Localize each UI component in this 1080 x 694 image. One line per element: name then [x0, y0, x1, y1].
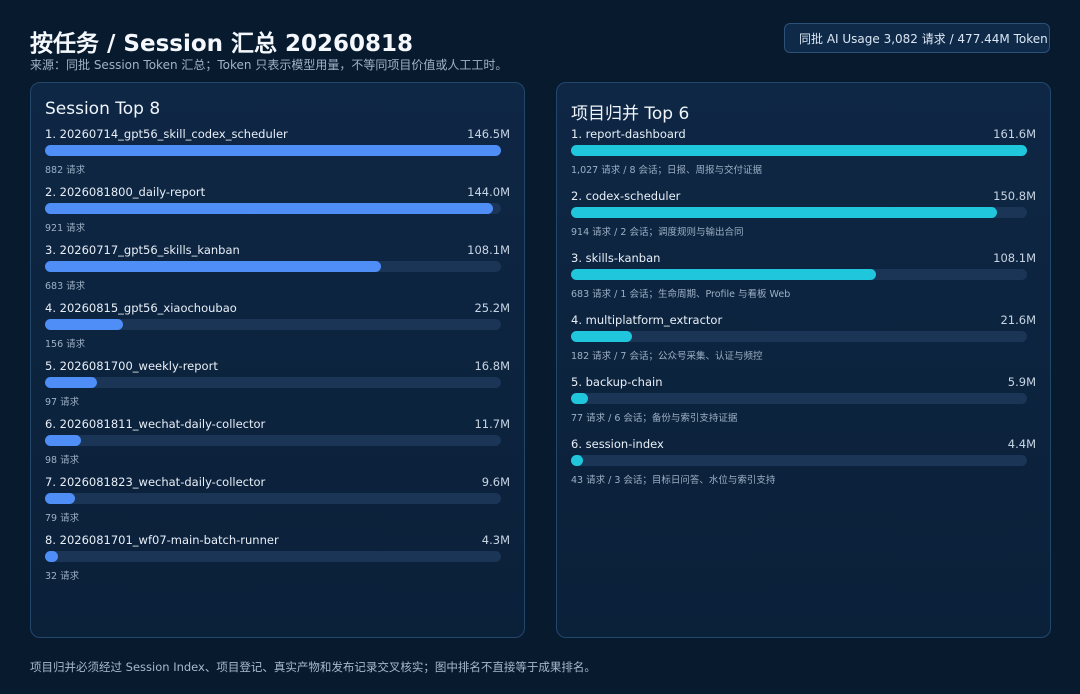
bar-track — [45, 551, 501, 562]
bar-value-label: 4.4M — [1007, 437, 1036, 451]
bar-value-label: 146.5M — [467, 127, 510, 141]
bar — [45, 435, 81, 446]
session-bar-row: 2. 2026081800_daily-report 144.0M 921 请求 — [45, 185, 510, 243]
bar-value-label: 150.8M — [993, 189, 1036, 203]
bar-track — [45, 203, 501, 214]
bar-track — [45, 493, 501, 504]
project-bar-row: 1. report-dashboard 161.6M 1,027 请求 / 8 会话… — [571, 127, 1036, 185]
bar-track — [571, 269, 1027, 280]
bar-value-label: 108.1M — [467, 243, 510, 257]
project-top-panel: 项目归并 Top 6 1. report-dashboard 161.6M 1,02… — [556, 82, 1051, 638]
project-bar-row: 6. session-index 4.4M 43 请求 / 3 会话；目标日问答、水… — [571, 437, 1036, 495]
session-top-title: Session Top 8 — [45, 99, 161, 119]
bar-sub-label: 98 请求 — [45, 455, 80, 466]
project-bar-row: 4. multiplatform_extractor 21.6M 182 请求 / … — [571, 313, 1036, 371]
ai-usage-badge: 同批 AI Usage 3,082 请求 / 477.44M Token — [784, 23, 1050, 53]
bar — [45, 261, 381, 272]
session-bar-row: 6. 2026081811_wechat-daily-collector 11.7… — [45, 417, 510, 475]
bar-sub-label: 882 请求 — [45, 165, 86, 176]
bar-value-label: 9.6M — [481, 475, 510, 489]
bar-sub-label: 1,027 请求 / 8 会话；日报、周报与交付证据 — [571, 165, 763, 176]
bar — [45, 319, 123, 330]
project-bar-row: 5. backup-chain 5.9M 77 请求 / 6 会话；备份与索引支持证… — [571, 375, 1036, 433]
bar-label: 1. report-dashboard — [571, 127, 686, 141]
bar-track — [45, 261, 501, 272]
bar-sub-label: 77 请求 / 6 会话；备份与索引支持证据 — [571, 413, 738, 424]
bar-sub-label: 683 请求 — [45, 281, 86, 292]
bar — [45, 203, 493, 214]
bar-sub-label: 683 请求 / 1 会话；生命周期、Profile 与看板 Web — [571, 289, 791, 300]
bar-label: 5. 2026081700_weekly-report — [45, 359, 218, 373]
bar-sub-label: 79 请求 — [45, 513, 80, 524]
bar-label: 4. 20260815_gpt56_xiaochoubao — [45, 301, 237, 315]
bar — [571, 393, 588, 404]
bar — [45, 145, 501, 156]
bar-track — [45, 145, 501, 156]
bar-label: 1. 20260714_gpt56_skill_codex_scheduler — [45, 127, 288, 141]
bar — [45, 377, 97, 388]
bar-value-label: 108.1M — [993, 251, 1036, 265]
session-top-panel: Session Top 8 1. 20260714_gpt56_skill_co… — [30, 82, 525, 638]
bar-track — [571, 455, 1027, 466]
bar-label: 2. codex-scheduler — [571, 189, 681, 203]
project-bar-row: 3. skills-kanban 108.1M 683 请求 / 1 会话；生命周期… — [571, 251, 1036, 309]
bar-label: 7. 2026081823_wechat-daily-collector — [45, 475, 266, 489]
bar-sub-label: 921 请求 — [45, 223, 86, 234]
session-bar-row: 1. 20260714_gpt56_skill_codex_scheduler 1… — [45, 127, 510, 185]
bar-sub-label: 156 请求 — [45, 339, 86, 350]
bar-value-label: 25.2M — [474, 301, 510, 315]
bar — [45, 493, 75, 504]
bar-label: 4. multiplatform_extractor — [571, 313, 723, 327]
session-bar-row: 3. 20260717_gpt56_skills_kanban 108.1M 683… — [45, 243, 510, 301]
bar-value-label: 11.7M — [474, 417, 510, 431]
bar-value-label: 5.9M — [1007, 375, 1036, 389]
bar-sub-label: 43 请求 / 3 会话；目标日问答、水位与索引支持 — [571, 475, 776, 486]
bar-value-label: 21.6M — [1000, 313, 1036, 327]
bar-label: 6. session-index — [571, 437, 664, 451]
bar-value-label: 144.0M — [467, 185, 510, 199]
bar-label: 6. 2026081811_wechat-daily-collector — [45, 417, 266, 431]
bar-sub-label: 97 请求 — [45, 397, 80, 408]
bar — [571, 207, 997, 218]
bar-label: 5. backup-chain — [571, 375, 663, 389]
bar — [571, 455, 583, 466]
session-bar-row: 8. 2026081701_wf07-main-batch-runner 4.3M… — [45, 533, 510, 591]
bar — [571, 269, 876, 280]
bar-track — [45, 377, 501, 388]
bar — [571, 145, 1027, 156]
bar-sub-label: 182 请求 / 7 会话；公众号采集、认证与频控 — [571, 351, 763, 362]
session-bar-row: 5. 2026081700_weekly-report 16.8M 97 请求 — [45, 359, 510, 417]
bar-track — [571, 145, 1027, 156]
bar-track — [571, 331, 1027, 342]
page-subtitle: 来源：同批 Session Token 汇总；Token 只表示模型用量，不等同… — [30, 58, 508, 72]
bar-label: 2. 2026081800_daily-report — [45, 185, 206, 199]
bar-label: 3. 20260717_gpt56_skills_kanban — [45, 243, 240, 257]
bar-value-label: 161.6M — [993, 127, 1036, 141]
session-bar-row: 4. 20260815_gpt56_xiaochoubao 25.2M 156 请求 — [45, 301, 510, 359]
bar-track — [45, 319, 501, 330]
bar-sub-label: 914 请求 / 2 会话；调度规则与输出合同 — [571, 227, 744, 238]
bar-track — [45, 435, 501, 446]
bar — [45, 551, 58, 562]
bar-sub-label: 32 请求 — [45, 571, 80, 582]
page-title: 按任务 / Session 汇总 20260818 — [30, 31, 414, 57]
bar-track — [571, 207, 1027, 218]
bar-value-label: 4.3M — [481, 533, 510, 547]
bar-label: 8. 2026081701_wf07-main-batch-runner — [45, 533, 279, 547]
footnote: 项目归并必须经过 Session Index、项目登记、真实产物和发布记录交叉核… — [30, 660, 596, 674]
project-bar-row: 2. codex-scheduler 150.8M 914 请求 / 2 会话；调度… — [571, 189, 1036, 247]
bar-value-label: 16.8M — [474, 359, 510, 373]
session-bar-row: 7. 2026081823_wechat-daily-collector 9.6M… — [45, 475, 510, 533]
project-top-title: 项目归并 Top 6 — [571, 104, 690, 124]
bar-label: 3. skills-kanban — [571, 251, 661, 265]
bar-track — [571, 393, 1027, 404]
bar — [571, 331, 632, 342]
